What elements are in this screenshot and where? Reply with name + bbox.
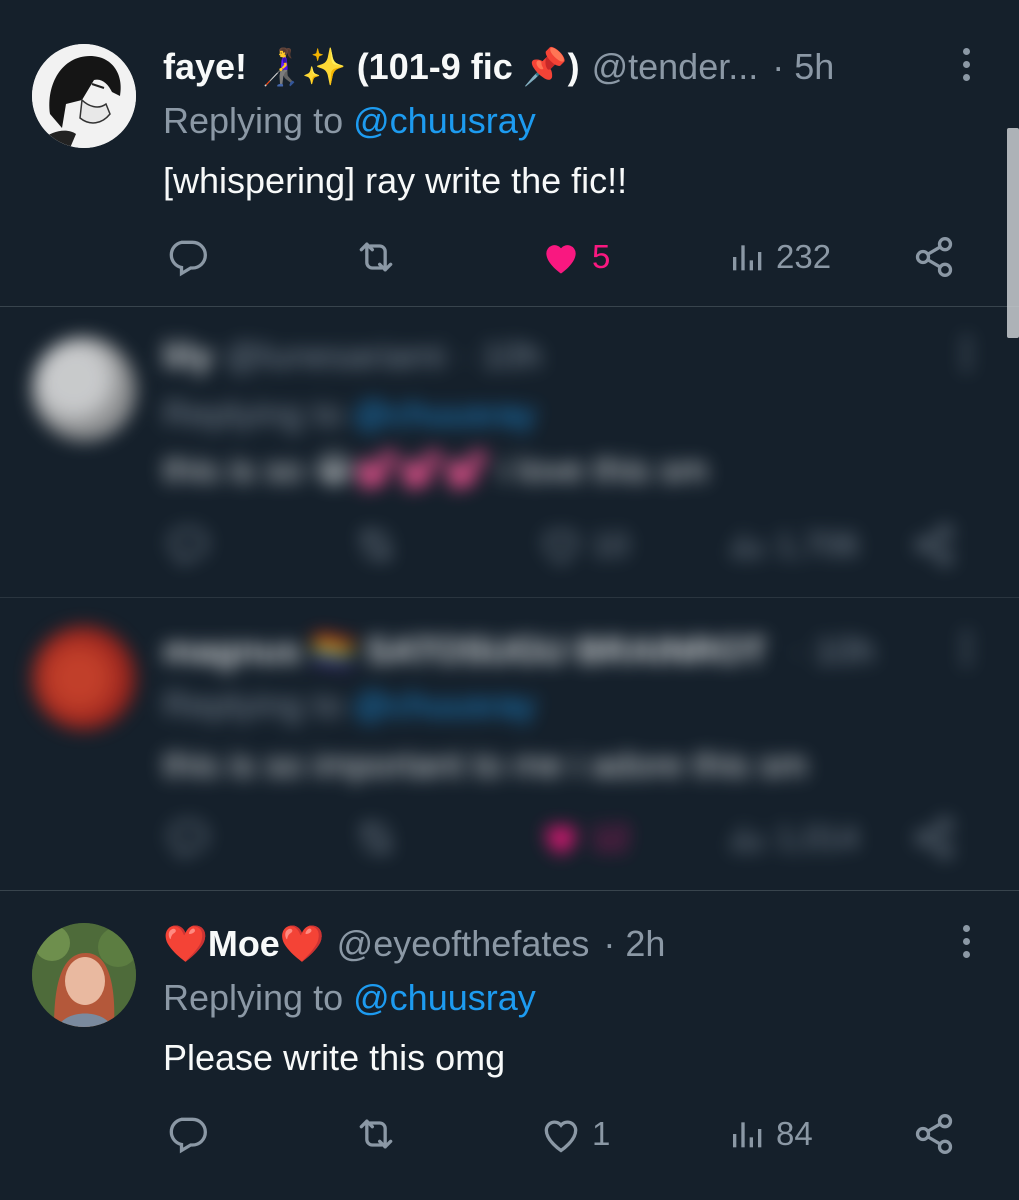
like-button[interactable]: 1 xyxy=(538,1112,610,1156)
reply-icon xyxy=(169,821,207,858)
tweet-text: Please write this omg xyxy=(163,1037,506,1078)
views-count: 232 xyxy=(776,238,832,275)
like-count: 12 xyxy=(592,819,629,856)
views-button[interactable]: 1,706 xyxy=(728,523,859,567)
timestamp[interactable]: · 5h xyxy=(772,46,834,88)
share-button[interactable] xyxy=(912,816,956,860)
scrollbar[interactable] xyxy=(1007,128,1019,338)
share-icon xyxy=(915,525,953,565)
display-name[interactable]: lily xyxy=(163,335,213,377)
tweet-text: this is so important to me i adore this … xyxy=(163,744,808,785)
views-button[interactable]: 84 xyxy=(728,1112,813,1156)
tweet-text: this is so 😭💕💕💕 i love this sm xyxy=(163,449,708,490)
share-button[interactable] xyxy=(912,235,956,279)
retweet-button[interactable] xyxy=(353,523,399,567)
heart-icon xyxy=(546,245,576,274)
avatar[interactable] xyxy=(32,44,136,148)
retweet-button[interactable] xyxy=(353,816,399,860)
views-count: 84 xyxy=(776,1115,813,1152)
reply-button[interactable] xyxy=(165,235,209,279)
reply-button[interactable] xyxy=(165,1112,209,1156)
replying-to: Replying to @chuusray xyxy=(163,684,536,726)
replying-to: Replying to @chuusray xyxy=(163,100,536,142)
replying-prefix: Replying to xyxy=(163,977,344,1018)
share-button[interactable] xyxy=(912,1112,956,1156)
mention-link[interactable]: @chuusray xyxy=(353,100,536,141)
reply-icon xyxy=(169,1117,207,1154)
views-icon xyxy=(733,826,762,852)
more-icon[interactable] xyxy=(948,624,984,672)
like-button[interactable]: 12 xyxy=(538,816,629,860)
replying-to: Replying to @chuusray xyxy=(163,977,536,1019)
views-icon xyxy=(733,533,762,559)
replying-to: Replying to @chuusray xyxy=(163,393,536,435)
heart-icon xyxy=(544,531,578,564)
more-icon[interactable] xyxy=(948,40,984,88)
retweet-icon xyxy=(360,822,392,854)
share-icon xyxy=(915,237,953,277)
views-icon xyxy=(733,1122,762,1148)
heart-icon xyxy=(546,826,576,855)
tweet-3[interactable]: magnus 🏳️‍🌈 SATOSUGU BRAINROT · 10h Repl… xyxy=(0,598,1019,890)
views-count: 1,706 xyxy=(776,526,859,563)
like-count: 10 xyxy=(592,526,629,563)
like-button[interactable]: 10 xyxy=(538,523,629,567)
mention-link[interactable]: @chuusray xyxy=(353,684,536,725)
user-handle[interactable]: @tender... xyxy=(592,46,759,88)
replying-prefix: Replying to xyxy=(163,100,344,141)
avatar[interactable] xyxy=(32,626,136,730)
tweet-2[interactable]: lily @lunesariami · 10h Replying to @chu… xyxy=(0,307,1019,597)
reply-icon xyxy=(169,240,207,277)
mention-link[interactable]: @chuusray xyxy=(353,393,536,434)
more-icon[interactable] xyxy=(948,329,984,377)
share-icon xyxy=(915,818,953,858)
views-icon xyxy=(733,245,762,271)
user-handle[interactable]: @eyeofthefates xyxy=(337,923,590,965)
heart-icon xyxy=(544,1120,578,1153)
retweet-button[interactable] xyxy=(353,1112,399,1156)
tweet-1[interactable]: faye! 👩‍🦯✨ (101-9 fic 📌) @tender... · 5h… xyxy=(0,0,1019,306)
display-name[interactable]: ❤️Moe❤️ xyxy=(163,923,325,965)
reply-button[interactable] xyxy=(165,816,209,860)
timestamp[interactable]: · 10h xyxy=(460,335,542,377)
timestamp[interactable]: · 10h xyxy=(793,630,875,672)
retweet-icon xyxy=(360,529,392,561)
more-icon[interactable] xyxy=(948,917,984,965)
views-button[interactable]: 1,014 xyxy=(728,816,859,860)
views-button[interactable]: 232 xyxy=(728,235,831,279)
retweet-icon xyxy=(359,242,393,272)
user-handle[interactable]: @lunesariami xyxy=(225,335,446,377)
display-name[interactable]: magnus 🏳️‍🌈 SATOSUGU BRAINROT xyxy=(163,630,767,672)
retweet-button[interactable] xyxy=(353,235,399,279)
reply-button[interactable] xyxy=(165,523,209,567)
replying-prefix: Replying to xyxy=(163,684,344,725)
avatar[interactable] xyxy=(32,337,136,441)
like-button[interactable]: 5 xyxy=(538,235,610,279)
views-count: 1,014 xyxy=(776,819,859,856)
reply-icon xyxy=(169,528,207,565)
like-count: 1 xyxy=(592,1115,611,1152)
like-count: 5 xyxy=(592,238,611,275)
tweet-4[interactable]: ❤️Moe❤️ @eyeofthefates · 2h Replying to … xyxy=(0,891,1019,1200)
timestamp[interactable]: · 2h xyxy=(603,923,665,965)
share-button[interactable] xyxy=(912,523,956,567)
tweet-text: [whispering] ray write the fic!! xyxy=(163,160,628,201)
share-icon xyxy=(915,1114,953,1154)
display-name[interactable]: faye! 👩‍🦯✨ (101-9 fic 📌) xyxy=(163,46,580,88)
retweet-icon xyxy=(359,1119,393,1149)
avatar[interactable] xyxy=(32,923,136,1027)
mention-link[interactable]: @chuusray xyxy=(353,977,536,1018)
replying-prefix: Replying to xyxy=(163,393,344,434)
